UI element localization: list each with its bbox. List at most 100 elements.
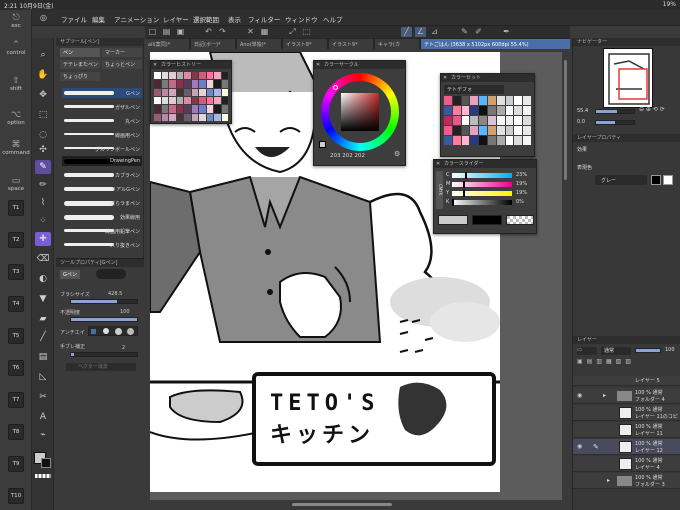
fill-icon[interactable]: ▦: [259, 27, 270, 37]
layer-row-selected[interactable]: ◉ ✎ 100 % 通常 レイヤー 12: [573, 439, 680, 455]
color-swatch[interactable]: [161, 113, 168, 121]
color-swatch[interactable]: [488, 96, 496, 105]
t5-key[interactable]: T5: [8, 328, 24, 344]
color-swatch[interactable]: [199, 113, 206, 121]
pen-tool-icon[interactable]: ✎: [35, 160, 51, 174]
zoom-tool-icon[interactable]: ⌕: [35, 48, 51, 62]
t1-key[interactable]: T1: [8, 200, 24, 216]
t10-key[interactable]: T10: [8, 488, 24, 504]
transparent-color-swatch[interactable]: [35, 474, 51, 478]
color-swatch[interactable]: [496, 116, 505, 125]
color-swatch[interactable]: [176, 113, 183, 121]
color-swatch[interactable]: [191, 88, 198, 96]
color-set-select[interactable]: テトデフォ: [444, 85, 504, 94]
color-swatch[interactable]: [470, 126, 479, 135]
hand-tool-icon[interactable]: ✋: [35, 68, 51, 82]
color-swatch[interactable]: [505, 126, 514, 135]
color-swatch[interactable]: [214, 72, 221, 80]
color-swatch[interactable]: [184, 113, 191, 121]
layer-row[interactable]: 100 % 通常 レイヤー 4: [573, 456, 680, 472]
t4-key[interactable]: T4: [8, 296, 24, 312]
color-swatch[interactable]: [184, 80, 191, 88]
color-swatch[interactable]: [444, 106, 452, 115]
color-swatch[interactable]: [221, 97, 228, 105]
color-swatch[interactable]: [169, 105, 176, 113]
color-set-grid[interactable]: [444, 96, 532, 146]
color-swatch[interactable]: [505, 106, 514, 115]
pen-pressure-icon[interactable]: ✒: [501, 27, 512, 37]
eyedropper2-icon[interactable]: ✐: [473, 27, 484, 37]
brush-item[interactable]: Gペン: [62, 88, 142, 98]
blend-tool-icon[interactable]: ◐: [35, 272, 51, 286]
brush-item[interactable]: 線画用鉛筆ペン: [62, 226, 142, 236]
color-swatch[interactable]: [523, 136, 531, 145]
brush-item[interactable]: ぼらラまペン: [62, 198, 142, 208]
fill-tool-icon[interactable]: ▼: [35, 292, 51, 306]
color-swatch[interactable]: [199, 97, 206, 105]
color-swatch[interactable]: [199, 88, 206, 96]
color-swatch[interactable]: [199, 80, 206, 88]
color-swatch[interactable]: [214, 80, 221, 88]
color-swatch[interactable]: [214, 88, 221, 96]
brush-item[interactable]: 線画用ペン: [62, 130, 142, 140]
color-swatch[interactable]: [154, 72, 161, 80]
pencil-tool-icon[interactable]: ✏: [35, 178, 51, 192]
canvas-hscroll[interactable]: [292, 503, 392, 506]
brush-item[interactable]: 効果線用: [62, 212, 142, 222]
color-swatch[interactable]: [488, 106, 496, 115]
text-tool-icon[interactable]: A: [35, 410, 51, 424]
brush-item[interactable]: カブラペン: [62, 170, 142, 180]
saturation-value-square[interactable]: [341, 93, 379, 131]
magenta-slider[interactable]: [452, 181, 512, 188]
figure-tool-icon[interactable]: ╱: [35, 330, 51, 344]
menu-edit[interactable]: 編集: [92, 14, 105, 24]
command-key[interactable]: ⌘ command: [2, 140, 30, 156]
brush-item[interactable]: グルリンボールペン: [62, 144, 142, 154]
frame-tool-icon[interactable]: ▤: [35, 350, 51, 364]
color-swatch[interactable]: [461, 96, 470, 105]
color-swatch[interactable]: [488, 126, 496, 135]
antialias-selector[interactable]: [88, 326, 138, 336]
layer-color-white[interactable]: [663, 175, 673, 185]
color-swatch[interactable]: [496, 96, 505, 105]
color-swatch[interactable]: [514, 96, 523, 105]
navigator-preview[interactable]: [603, 48, 653, 108]
color-swatch[interactable]: [206, 80, 213, 88]
color-swatch[interactable]: [470, 116, 479, 125]
color-mode-icon[interactable]: ⚙: [394, 150, 400, 158]
t8-key[interactable]: T8: [8, 424, 24, 440]
color-swatch[interactable]: [199, 72, 206, 80]
color-swatch[interactable]: [470, 106, 479, 115]
color-swatch[interactable]: [452, 96, 461, 105]
layer-color-black[interactable]: [651, 175, 661, 185]
airbrush-tool-icon[interactable]: ⁘: [35, 214, 51, 228]
color-swatch[interactable]: [514, 126, 523, 135]
cyan-slider[interactable]: [452, 172, 512, 179]
lasso-tool-icon[interactable]: ◌: [35, 128, 51, 142]
menu-window[interactable]: ウィンドウ: [285, 14, 318, 24]
color-swatch[interactable]: [214, 97, 221, 105]
color-swatch[interactable]: [214, 105, 221, 113]
color-swatch[interactable]: [221, 113, 228, 121]
object-tool-icon[interactable]: ✣: [35, 143, 51, 157]
tab-doc-1[interactable]: ail(案同)*: [145, 39, 189, 49]
color-swatch[interactable]: [444, 136, 452, 145]
menu-selection[interactable]: 選択範囲: [193, 14, 219, 24]
t9-key[interactable]: T9: [8, 456, 24, 472]
tab-active-doc[interactable]: テトごはん (3638 x 5102px 600dpi 55.4%): [421, 39, 570, 49]
close-icon[interactable]: ✕: [316, 61, 320, 69]
color-swatch[interactable]: [169, 97, 176, 105]
space-key[interactable]: ▭ space: [2, 176, 30, 192]
color-swatch[interactable]: [479, 96, 487, 105]
cmyk-mode-tab[interactable]: CMYK: [436, 171, 443, 209]
brush-item[interactable]: DrawingPen: [62, 156, 142, 166]
color-swatch[interactable]: [444, 126, 452, 135]
menu-layer[interactable]: レイヤー: [163, 14, 189, 24]
layer-row[interactable]: ▸ 100 % 通常 フォルダー 3: [573, 473, 680, 489]
color-swatch[interactable]: [154, 97, 161, 105]
redo-icon[interactable]: ↷: [217, 27, 228, 37]
tab-marker[interactable]: マーカー: [102, 48, 142, 57]
color-swatch[interactable]: [496, 106, 505, 115]
color-swatch[interactable]: [169, 113, 176, 121]
new-icon[interactable]: □: [147, 27, 158, 37]
